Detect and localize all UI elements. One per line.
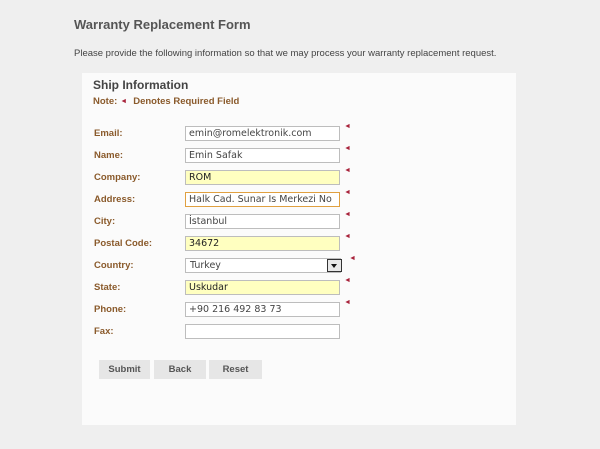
- postal-code-field[interactable]: [185, 236, 340, 251]
- company-row: Company: ◄: [94, 167, 514, 186]
- city-required-icon: ◄: [344, 211, 351, 218]
- reset-button[interactable]: Reset: [209, 360, 262, 379]
- city-label: City:: [94, 216, 116, 227]
- fax-label: Fax:: [94, 326, 114, 337]
- postal-code-label: Postal Code:: [94, 238, 153, 249]
- state-required-icon: ◄: [344, 277, 351, 284]
- address-required-icon: ◄: [344, 189, 351, 196]
- state-label: State:: [94, 282, 121, 293]
- company-label: Company:: [94, 172, 141, 183]
- phone-row: Phone: ◄: [94, 299, 514, 318]
- phone-label: Phone:: [94, 304, 127, 315]
- name-label: Name:: [94, 150, 124, 161]
- ship-information-panel: Ship Information Note: ◄ Denotes Required …: [82, 73, 516, 425]
- address-label: Address:: [94, 194, 136, 205]
- name-field[interactable]: [185, 148, 340, 163]
- fax-field[interactable]: [185, 324, 340, 339]
- email-field[interactable]: [185, 126, 340, 141]
- address-row: Address: ◄: [94, 189, 514, 208]
- required-note: Note: ◄ Denotes Required Field: [93, 96, 239, 107]
- company-required-icon: ◄: [344, 167, 351, 174]
- intro-text: Please provide the following information…: [74, 48, 497, 59]
- country-select[interactable]: Turkey: [185, 258, 342, 273]
- country-label: Country:: [94, 260, 134, 271]
- postal-code-required-icon: ◄: [344, 233, 351, 240]
- page-title: Warranty Replacement Form: [74, 17, 251, 32]
- state-row: State: ◄: [94, 277, 514, 296]
- postal-code-row: Postal Code: ◄: [94, 233, 514, 252]
- email-row: Email: ◄: [94, 123, 514, 142]
- chevron-down-icon[interactable]: [327, 259, 342, 272]
- name-row: Name: ◄: [94, 145, 514, 164]
- country-selected-value: Turkey: [190, 260, 221, 271]
- phone-required-icon: ◄: [344, 299, 351, 306]
- name-required-icon: ◄: [344, 145, 351, 152]
- fax-row: Fax:: [94, 324, 514, 340]
- section-title: Ship Information: [93, 78, 189, 92]
- phone-field[interactable]: [185, 302, 340, 317]
- submit-button[interactable]: Submit: [99, 360, 150, 379]
- state-field[interactable]: [185, 280, 340, 295]
- back-button[interactable]: Back: [154, 360, 206, 379]
- city-field[interactable]: [185, 214, 340, 229]
- city-row: City: ◄: [94, 211, 514, 230]
- address-field[interactable]: [185, 192, 340, 207]
- email-required-icon: ◄: [344, 123, 351, 130]
- company-field[interactable]: [185, 170, 340, 185]
- country-row: Country: Turkey ◄: [94, 255, 514, 274]
- note-text: Denotes Required Field: [133, 96, 240, 107]
- country-required-icon: ◄: [349, 255, 356, 262]
- email-label: Email:: [94, 128, 123, 139]
- note-label: Note:: [93, 96, 118, 107]
- required-marker-icon: ◄: [120, 98, 128, 105]
